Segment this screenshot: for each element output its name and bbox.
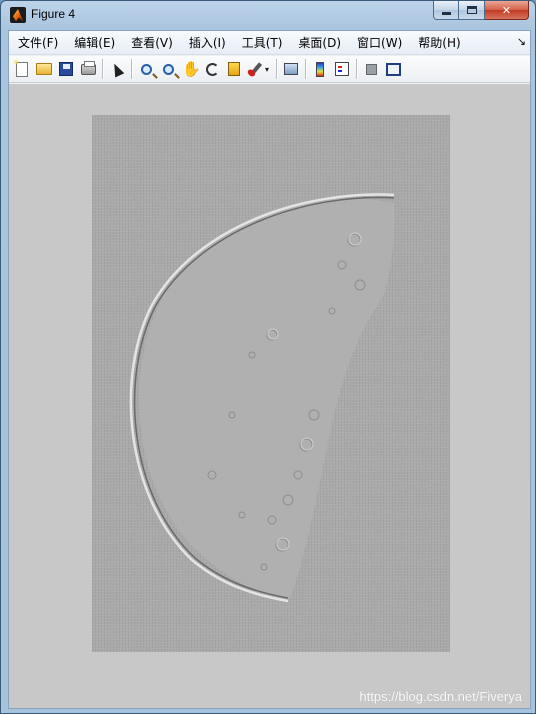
colorbar-icon [316,61,324,77]
minimize-button[interactable] [433,1,459,20]
new-figure-button[interactable] [11,58,33,80]
menu-desktop[interactable]: 桌面(D) [290,32,349,54]
save-figure-button[interactable] [55,58,77,80]
maximize-button[interactable] [459,1,485,20]
print-figure-button[interactable] [77,58,99,80]
link-plot-button[interactable] [280,58,302,80]
caption-buttons: ✕ [433,1,529,21]
zoom-out-icon [162,63,174,75]
minimize-icon [441,11,451,15]
title-bar[interactable]: Figure 4 ✕ [1,1,535,29]
matlab-app-icon[interactable] [10,7,26,23]
show-plot-tools-icon [385,62,401,76]
dock-figure-icon[interactable]: ↘ [517,35,526,48]
menu-view[interactable]: 查看(V) [123,32,181,54]
menu-bar: 文件(F) 编辑(E) 查看(V) 插入(I) 工具(T) 桌面(D) 窗口(W… [9,31,530,55]
brush-button[interactable] [245,58,267,80]
link-plot-icon [284,63,298,75]
insert-legend-button[interactable] [331,58,353,80]
show-plot-tools-button[interactable] [382,58,404,80]
menu-insert[interactable]: 插入(I) [181,32,234,54]
legend-icon [335,62,349,76]
edit-plot-button[interactable] [106,58,128,80]
print-icon [80,60,96,75]
pan-button[interactable]: ✋ [179,58,201,80]
toolbar-separator [102,59,103,79]
moon-edge-image[interactable] [92,115,450,652]
close-icon: ✕ [501,3,512,17]
rotate-3d-button[interactable] [201,58,223,80]
figure-toolbar: ✋ ▾ [9,56,530,83]
toolbar-separator [276,59,277,79]
menu-edit[interactable]: 编辑(E) [66,32,123,54]
open-file-button[interactable] [33,58,55,80]
menu-window[interactable]: 窗口(W) [349,32,410,54]
menu-file[interactable]: 文件(F) [9,32,66,54]
toolbar-separator [305,59,306,79]
figure-canvas[interactable]: https://blog.csdn.net/Fiverya [9,84,530,708]
hide-plot-tools-button[interactable] [360,58,382,80]
new-figure-icon [13,58,28,77]
zoom-in-button[interactable] [135,58,157,80]
data-cursor-button[interactable] [223,58,245,80]
hide-plot-tools-icon [365,63,377,75]
toolbar-separator [131,59,132,79]
watermark-text: https://blog.csdn.net/Fiverya [359,689,522,704]
close-button[interactable]: ✕ [485,1,529,20]
zoom-in-icon [140,63,152,75]
insert-colorbar-button[interactable] [309,58,331,80]
menu-help[interactable]: 帮助(H) [410,32,468,54]
maximize-icon [466,6,477,14]
edit-plot-arrow-icon [109,60,125,78]
pan-hand-icon: ✋ [182,60,201,78]
moon-relief-graphic [92,115,450,652]
menu-tools[interactable]: 工具(T) [234,32,291,54]
rotate-3d-icon [205,62,219,76]
toolbar-separator [356,59,357,79]
figure-window: Figure 4 ✕ 文件(F) 编辑(E) 查看(V) 插入(I) 工具(T)… [0,0,536,714]
save-icon [59,62,73,76]
figure-client-area: 文件(F) 编辑(E) 查看(V) 插入(I) 工具(T) 桌面(D) 窗口(W… [8,30,531,709]
brush-icon [249,62,263,76]
zoom-out-button[interactable] [157,58,179,80]
data-cursor-icon [228,62,240,76]
open-file-icon [36,63,52,75]
window-title: Figure 4 [31,7,76,21]
